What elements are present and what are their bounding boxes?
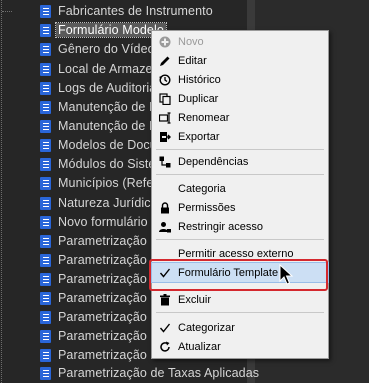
menu-item-label: Exportar [178,131,220,143]
menu-item-duplicar[interactable]: Duplicar [152,89,328,108]
menu-item-label: Restringir acesso [178,221,263,233]
tree-item-label: Parametrização [58,272,147,286]
tree-item-label: Gênero do Vídeo [58,42,155,56]
trash-icon [159,294,171,306]
document-icon [40,197,51,210]
menu-item-exportar[interactable]: Exportar [152,127,328,146]
document-icon [40,216,51,229]
menu-item-label: Novo [178,36,204,48]
tree-item-label: Fabricantes de Instrumento [58,4,213,18]
tree-item-label: Logs de Auditoria [58,81,157,95]
document-icon [40,63,51,76]
menu-item-label: Categorizar [178,322,235,334]
plus-circle-icon [159,36,171,48]
document-icon [40,349,51,362]
context-menu: Novo Editar Histórico Duplicar Renomear … [151,30,329,359]
tree-item-label: Parametrização [58,253,147,267]
lock-icon [159,202,171,214]
pencil-icon [159,55,171,67]
tree-item-label: Novo formulário [58,215,148,229]
document-icon [40,330,51,343]
tree-guide-line [1,0,2,383]
document-icon [40,177,51,190]
mouse-cursor-icon [279,263,295,286]
menu-item-label: Atualizar [178,341,221,353]
menu-item-label: Dependências [178,156,249,168]
document-icon [40,158,51,171]
export-icon [159,131,171,143]
menu-item-historico[interactable]: Histórico [152,70,328,89]
rename-icon [158,112,171,124]
tree-item-label: Parametrização [58,310,147,324]
tree-item[interactable]: Parametrização de Taxas Aplicadas [14,364,259,383]
menu-item-label: Renomear [178,112,230,124]
history-icon [159,74,171,86]
menu-item-label: Duplicar [178,93,219,105]
user-lock-icon [159,221,171,233]
document-icon [40,101,51,114]
document-icon [40,82,51,95]
menu-item-dependencias[interactable]: Dependências [152,152,328,171]
duplicate-icon [159,93,171,106]
tree-item-label: Parametrização [58,329,147,343]
menu-item-label: Editar [178,55,207,67]
document-icon [40,139,51,152]
menu-item-categoria[interactable]: Categoria [152,179,328,198]
document-icon [40,292,51,305]
menu-separator [156,149,324,150]
document-icon [40,367,51,380]
tree-item-label: Formulário Modelo [55,22,167,38]
menu-separator [156,239,324,240]
dependencies-icon [159,156,171,168]
tree-item-label: Parametrização [58,348,147,362]
document-icon [40,24,51,37]
document-icon [40,235,51,248]
document-icon [40,120,51,133]
document-icon [40,273,51,286]
document-icon [40,254,51,267]
menu-separator [156,312,324,313]
menu-item-excluir[interactable]: Excluir [152,290,328,309]
document-icon [40,5,51,18]
tree-item-label: Parametrização [58,234,147,248]
menu-item-label: Excluir [178,294,212,306]
tree-item-label: Parametrização de Taxas Aplicadas [58,366,260,380]
menu-item-permissoes[interactable]: Permissões [152,198,328,217]
tree-item-label: Parametrização [58,291,147,305]
annotation-highlight-box [149,259,328,291]
menu-item-categorizar[interactable]: Categorizar [152,318,328,337]
checkmark-icon [159,322,171,334]
tree-item[interactable]: Fabricantes de Instrumento [2,2,249,21]
tree-item-label: Natureza Jurídica [58,196,158,210]
menu-item-label: Categoria [178,183,226,195]
document-icon [40,311,51,324]
menu-item-label: Permissões [178,202,236,214]
menu-item-renomear[interactable]: Renomear [152,108,328,127]
document-icon [40,43,51,56]
menu-item-atualizar[interactable]: Atualizar [152,337,328,356]
menu-item-label: Histórico [178,74,221,86]
menu-separator [156,174,324,175]
refresh-icon [159,341,171,353]
menu-item-editar[interactable]: Editar [152,51,328,70]
menu-item-novo[interactable]: Novo [152,32,328,51]
menu-item-restringir[interactable]: Restringir acesso [152,217,328,236]
